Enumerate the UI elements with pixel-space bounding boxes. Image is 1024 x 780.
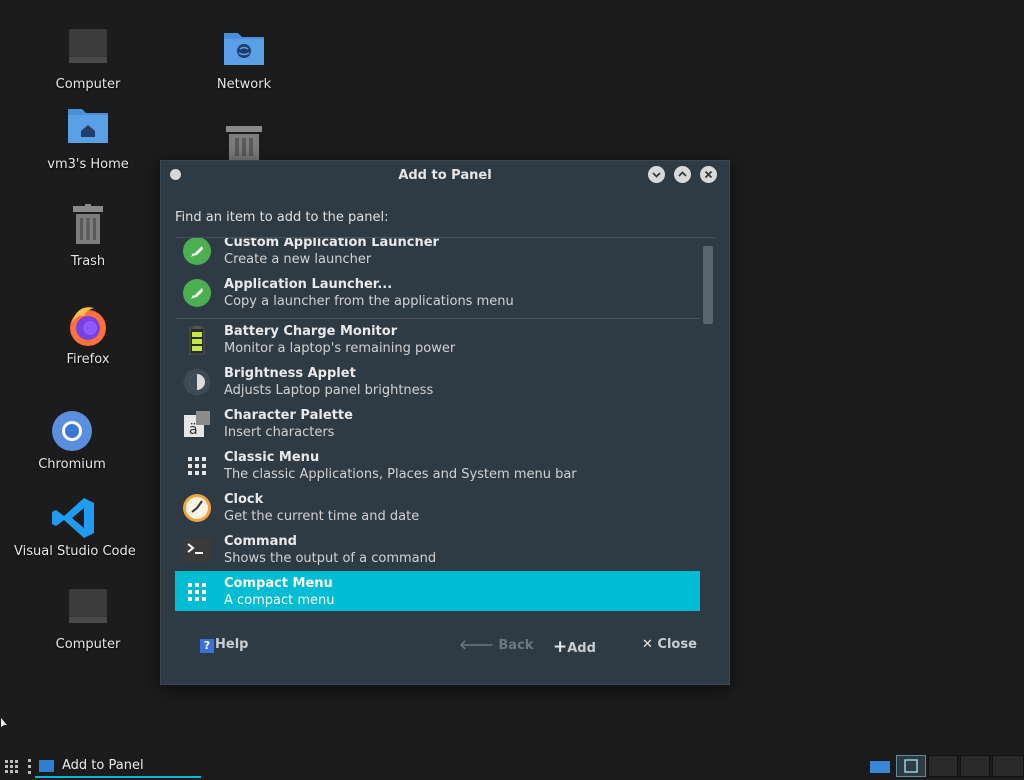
desktop-icon-label: Visual Studio Code	[14, 544, 136, 559]
item-description: Get the current time and date	[224, 509, 420, 524]
grid-menu-icon	[182, 577, 212, 607]
item-title: Command	[224, 534, 297, 549]
close-button-label: Close	[657, 637, 697, 652]
item-description: Shows the output of a command	[224, 551, 437, 566]
dialog-title: Add to Panel	[398, 168, 492, 183]
item-title: Brightness Applet	[224, 366, 356, 381]
desktop-icon-computer[interactable]: Computer	[28, 27, 148, 92]
item-title: Battery Charge Monitor	[224, 324, 398, 339]
panel-item-list[interactable]: Custom Application Launcher Create a new…	[175, 237, 715, 611]
desktop-icon-label: Computer	[55, 637, 121, 652]
add-button-label: Add	[567, 641, 596, 656]
list-item[interactable]: Clock Get the current time and date	[175, 487, 700, 529]
desktop-icon-label: Computer	[55, 77, 121, 92]
chevron-up-icon	[678, 171, 687, 177]
desktop-icon-home[interactable]: vm3's Home	[28, 107, 148, 172]
scrollbar-thumb[interactable]	[703, 246, 713, 324]
help-button-label: Help	[215, 637, 249, 652]
chromium-icon	[48, 407, 96, 455]
list-item-selected[interactable]: Compact Menu A compact menu	[175, 571, 700, 611]
close-icon: ✕	[642, 637, 658, 652]
svg-text:ä: ä	[189, 422, 198, 438]
desktop-icon-trash[interactable]: Trash	[28, 204, 148, 269]
item-description: Copy a launcher from the applications me…	[224, 294, 514, 309]
desktop-icon-label: vm3's Home	[47, 157, 129, 172]
computer-icon	[64, 587, 112, 635]
chevron-down-icon	[652, 172, 661, 178]
plus-icon: +	[553, 637, 568, 657]
home-folder-icon	[64, 107, 112, 155]
find-item-label: Find an item to add to the panel:	[175, 210, 389, 225]
list-item[interactable]: Application Launcher... Copy a launcher …	[175, 272, 700, 319]
desktop-icon-vscode[interactable]: Visual Studio Code	[14, 494, 136, 559]
desktop-icon-network[interactable]: Network	[184, 27, 304, 92]
brightness-icon	[182, 367, 212, 397]
dialog-titlebar[interactable]: Add to Panel	[161, 161, 729, 191]
item-title: Application Launcher...	[224, 277, 393, 292]
workspace-4[interactable]	[992, 755, 1024, 777]
workspace-2[interactable]	[928, 755, 958, 777]
taskbar: Add to Panel	[0, 754, 1024, 778]
desktop-icon-label: Chromium	[38, 457, 106, 472]
computer-icon	[64, 27, 112, 75]
item-title: Custom Application Launcher	[224, 237, 439, 250]
list-item[interactable]: Battery Charge Monitor Monitor a laptop'…	[175, 319, 700, 361]
list-item[interactable]: Custom Application Launcher Create a new…	[175, 237, 700, 272]
item-description: A compact menu	[224, 593, 335, 608]
clock-icon	[182, 493, 212, 523]
item-description: Create a new launcher	[224, 252, 372, 267]
app-menu-icon[interactable]	[5, 759, 19, 773]
close-window-button[interactable]	[700, 166, 717, 183]
trash-icon	[64, 204, 112, 252]
battery-icon	[182, 325, 212, 355]
back-button[interactable]: 🡐 Back	[459, 637, 533, 657]
list-item[interactable]: Brightness Applet Adjusts Laptop panel b…	[175, 361, 700, 403]
taskbar-window-title: Add to Panel	[62, 758, 144, 773]
list-scrollbar[interactable]	[703, 246, 713, 606]
add-button[interactable]: +Add	[553, 637, 596, 657]
maximize-button[interactable]	[674, 166, 691, 183]
desktop-icon-computer-2[interactable]: Computer	[28, 587, 148, 652]
character-palette-icon: ä	[182, 409, 212, 439]
network-folder-icon	[220, 27, 268, 75]
close-icon	[704, 170, 713, 179]
item-title: Character Palette	[224, 408, 353, 423]
window-icon	[39, 760, 54, 772]
firefox-icon	[64, 302, 112, 350]
desktop-icon-chromium[interactable]: Chromium	[12, 407, 132, 472]
item-title: Classic Menu	[224, 450, 320, 465]
add-to-panel-dialog: Add to Panel Find an item to add to the …	[160, 160, 730, 685]
workspace-3[interactable]	[960, 755, 990, 777]
workspace-1[interactable]	[896, 755, 926, 777]
taskbar-window-add-to-panel[interactable]: Add to Panel	[35, 754, 201, 778]
panel-handle-icon[interactable]	[28, 758, 32, 774]
back-button-label: Back	[498, 638, 534, 653]
desktop-icon-firefox[interactable]: Firefox	[28, 302, 148, 367]
list-item[interactable]: Classic Menu The classic Applications, P…	[175, 445, 700, 487]
item-title: Compact Menu	[224, 576, 333, 591]
item-description: Adjusts Laptop panel brightness	[224, 383, 434, 398]
rocket-icon	[182, 238, 212, 266]
close-button[interactable]: ✕ Close	[642, 637, 697, 657]
item-description: Insert characters	[224, 425, 335, 440]
grid-menu-icon	[182, 451, 212, 481]
desktop-icon-label: Firefox	[66, 352, 110, 367]
help-icon: ?	[200, 639, 214, 653]
rocket-icon	[182, 278, 212, 308]
minimize-button[interactable]	[648, 166, 665, 183]
terminal-icon	[182, 535, 212, 565]
desktop-icon-label: Network	[216, 77, 272, 92]
mouse-cursor-icon	[0, 714, 8, 727]
help-button[interactable]: ? Help	[200, 637, 248, 657]
vscode-icon	[50, 494, 98, 542]
list-item[interactable]: ä Character Palette Insert characters	[175, 403, 700, 445]
item-title: Clock	[224, 492, 264, 507]
list-item[interactable]: Command Shows the output of a command	[175, 529, 700, 571]
show-desktop-icon[interactable]	[869, 759, 891, 775]
arrow-left-icon: 🡐	[459, 638, 499, 653]
desktop-icon-label: Trash	[70, 254, 106, 269]
item-description: Monitor a laptop's remaining power	[224, 341, 456, 356]
item-description: The classic Applications, Places and Sys…	[224, 467, 577, 482]
